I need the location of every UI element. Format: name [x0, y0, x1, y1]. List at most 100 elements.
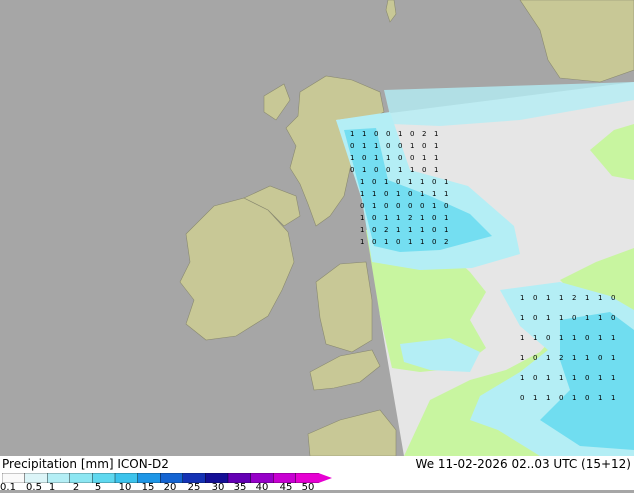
- grid-value-label: 1: [546, 354, 550, 362]
- grid-value-label: 1: [520, 314, 524, 322]
- grid-value-label: 2: [559, 354, 563, 362]
- grid-value-label: 1: [546, 394, 550, 402]
- grid-value-label: 1: [386, 154, 390, 162]
- grid-value-label: 2: [408, 214, 412, 222]
- colorbar-arrow: [318, 473, 332, 483]
- grid-value-label: 1: [559, 334, 563, 342]
- grid-value-label: 0: [386, 166, 390, 174]
- grid-value-label: 0: [533, 314, 537, 322]
- grid-value-label: 1: [585, 314, 589, 322]
- grid-value-label: 2: [444, 238, 448, 246]
- grid-value-label: 1: [420, 214, 424, 222]
- grid-value-label: 0: [611, 314, 615, 322]
- grid-value-label: 1: [572, 374, 576, 382]
- grid-value-label: 2: [422, 130, 426, 138]
- grid-value-label: 1: [384, 238, 388, 246]
- grid-value-label: 0: [360, 202, 364, 210]
- grid-value-label: 0: [585, 394, 589, 402]
- colorbar-tick-label: 40: [255, 482, 269, 493]
- colorbar-tick-label: 15: [141, 482, 155, 493]
- grid-value-label: 1: [520, 354, 524, 362]
- grid-value-label: 1: [572, 334, 576, 342]
- grid-value-label: 1: [420, 190, 424, 198]
- grid-value-label: 1: [559, 374, 563, 382]
- grid-value-label: 0: [396, 178, 400, 186]
- grid-value-label: 1: [598, 334, 602, 342]
- grid-value-label: 0: [533, 354, 537, 362]
- grid-value-label: 1: [546, 314, 550, 322]
- colorbar-tick-label: 50: [301, 482, 315, 493]
- title-datetime: We 11-02-2026 02..03 UTC (15+12): [416, 457, 631, 471]
- grid-value-label: 1: [598, 314, 602, 322]
- variable-label: Precipitation [mm]: [2, 457, 114, 471]
- grid-value-label: 0: [384, 202, 388, 210]
- grid-value-label: 1: [350, 154, 354, 162]
- grid-value-label: 1: [396, 214, 400, 222]
- grid-value-label: 0: [374, 130, 378, 138]
- grid-value-label: 0: [372, 214, 376, 222]
- grid-value-label: 0: [408, 202, 412, 210]
- grid-value-label: 1: [434, 166, 438, 174]
- model-label: ICON-D2: [117, 457, 169, 471]
- grid-value-label: 1: [546, 374, 550, 382]
- colorbar-tick-label: 0.1: [0, 482, 16, 493]
- grid-value-label: 1: [444, 226, 448, 234]
- grid-value-label: 1: [444, 190, 448, 198]
- grid-value-label: 1: [572, 354, 576, 362]
- grid-value-label: 0: [410, 154, 414, 162]
- grid-value-label: 0: [350, 142, 354, 150]
- grid-value-label: 1: [420, 178, 424, 186]
- grid-value-label: 1: [520, 374, 524, 382]
- colorbar-tick-label: 20: [163, 482, 177, 493]
- colorbar-tick-label: 1: [48, 482, 56, 493]
- grid-value-label: 0: [559, 394, 563, 402]
- grid-value-label: 0: [533, 294, 537, 302]
- grid-value-label: 0: [611, 294, 615, 302]
- map-footer: Precipitation [mm] ICON-D2 We 11-02-2026…: [0, 456, 634, 493]
- grid-value-label: 0: [386, 142, 390, 150]
- grid-value-label: 1: [350, 130, 354, 138]
- grid-value-label: 1: [362, 130, 366, 138]
- grid-value-label: 0: [432, 214, 436, 222]
- grid-value-label: 0: [444, 202, 448, 210]
- grid-value-label: 1: [360, 226, 364, 234]
- grid-value-label: 1: [420, 226, 424, 234]
- grid-value-label: 0: [372, 178, 376, 186]
- colorbar-tick-label: 10: [118, 482, 132, 493]
- grid-value-label: 0: [384, 190, 388, 198]
- grid-value-label: 2: [572, 294, 576, 302]
- grid-value-label: 1: [372, 202, 376, 210]
- grid-value-label: 1: [384, 178, 388, 186]
- grid-value-label: 0: [372, 238, 376, 246]
- grid-value-label: 0: [585, 334, 589, 342]
- grid-value-label: 1: [374, 154, 378, 162]
- grid-value-label: 0: [374, 166, 378, 174]
- grid-value-label: 1: [598, 294, 602, 302]
- grid-value-label: 1: [384, 214, 388, 222]
- grid-value-label: 0: [396, 238, 400, 246]
- grid-value-label: 1: [420, 238, 424, 246]
- grid-value-label: 0: [598, 354, 602, 362]
- grid-value-label: 1: [434, 130, 438, 138]
- grid-value-label: 0: [432, 238, 436, 246]
- grid-value-label: 1: [598, 374, 602, 382]
- grid-value-label: 0: [420, 202, 424, 210]
- grid-value-label: 1: [611, 374, 615, 382]
- grid-value-label: 0: [396, 202, 400, 210]
- grid-value-label: 1: [396, 190, 400, 198]
- grid-value-label: 0: [408, 190, 412, 198]
- grid-value-label: 1: [611, 354, 615, 362]
- grid-value-label: 0: [585, 374, 589, 382]
- grid-value-label: 1: [434, 142, 438, 150]
- grid-value-label: 0: [422, 142, 426, 150]
- grid-value-label: 1: [398, 130, 402, 138]
- grid-value-label: 0: [432, 226, 436, 234]
- colorbar-tick-label: 5: [94, 482, 102, 493]
- grid-value-label: 1: [360, 214, 364, 222]
- grid-value-label: 0: [520, 394, 524, 402]
- grid-value-label: 1: [585, 294, 589, 302]
- colorbar-tick-label: 30: [211, 482, 225, 493]
- grid-value-label: 1: [559, 314, 563, 322]
- grid-value-label: 1: [372, 190, 376, 198]
- grid-value-label: 1: [396, 226, 400, 234]
